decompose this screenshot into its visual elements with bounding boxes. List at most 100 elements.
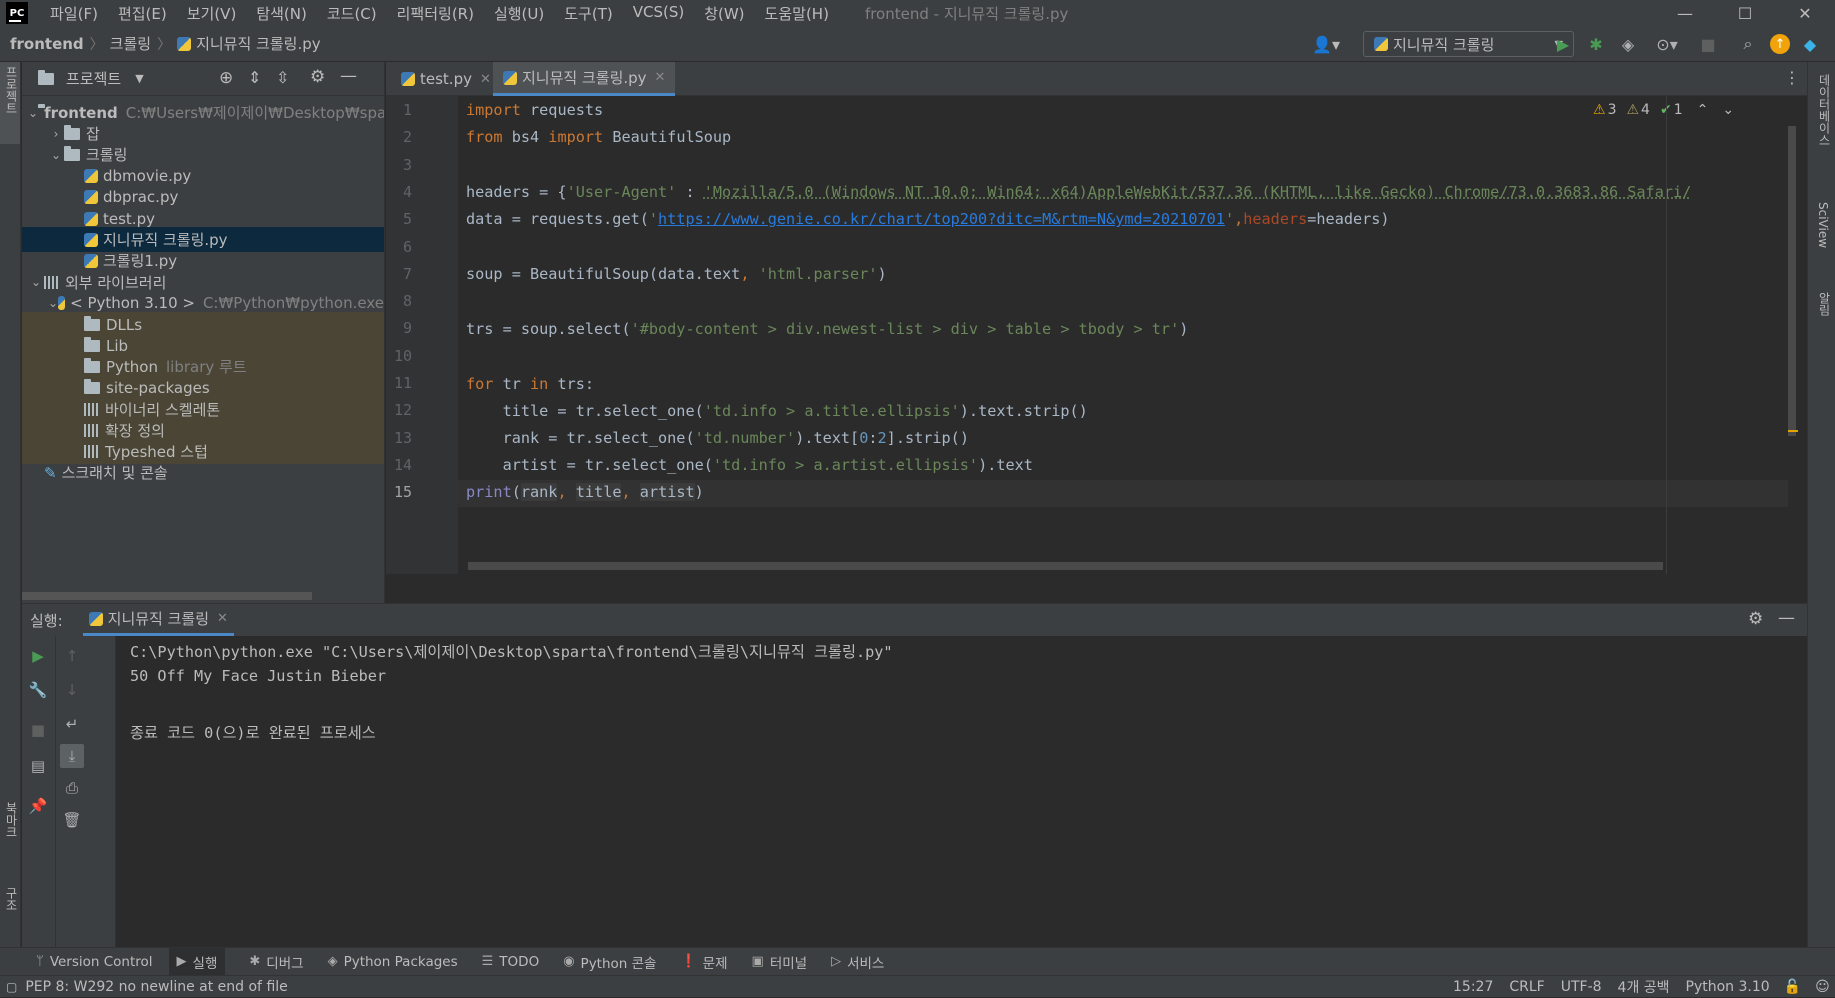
tool-tab-debug[interactable]: ✱ 디버그 xyxy=(249,952,303,972)
tool-tab-run[interactable]: ▶ 실행 xyxy=(168,947,226,976)
debug-icon[interactable]: ✱ xyxy=(1586,34,1606,54)
menu-run[interactable]: 실행(U) xyxy=(484,3,554,24)
line-separator[interactable]: CRLF xyxy=(1509,979,1544,995)
tool-tab-python-packages[interactable]: ◈ Python Packages xyxy=(328,954,458,970)
rerun-icon[interactable]: ▶ xyxy=(28,646,48,666)
chevron-down-icon[interactable]: ⌄ xyxy=(48,148,64,162)
hide-icon[interactable]: — xyxy=(340,66,357,86)
profile-icon[interactable]: ⊙▾ xyxy=(1650,34,1684,54)
search-icon[interactable]: ⌕ xyxy=(1738,34,1758,54)
horizontal-scrollbar[interactable] xyxy=(22,592,312,600)
arrow-down-icon[interactable]: ↓ xyxy=(62,680,82,700)
menu-window[interactable]: 창(W) xyxy=(694,3,754,24)
arrow-up-icon[interactable]: ↑ xyxy=(62,646,82,666)
stop-icon[interactable]: ■ xyxy=(28,720,48,740)
run-tab[interactable]: 지니뮤직 크롤링 ✕ xyxy=(82,604,234,636)
tree-item-label: 잡 xyxy=(86,125,100,144)
tool-tab-services[interactable]: ▷ 서비스 xyxy=(831,952,884,972)
code-editor[interactable]: import requests from bs4 import Beautifu… xyxy=(458,96,1798,574)
memory-icon[interactable]: ☺ xyxy=(1815,979,1830,995)
tool-tab-terminal[interactable]: ▣ 터미널 xyxy=(752,952,808,972)
soft-wrap-icon[interactable]: ↵ xyxy=(62,714,82,734)
maximize-icon[interactable]: ☐ xyxy=(1717,0,1773,26)
chevron-down-icon[interactable]: ⌄ xyxy=(48,296,58,310)
minimize-icon[interactable]: — xyxy=(1657,0,1713,26)
chevron-right-icon[interactable]: › xyxy=(48,127,64,141)
tree-item[interactable]: ✎ 스크래치 및 콘솔 xyxy=(22,460,384,485)
sciview-tool-label[interactable]: SciView xyxy=(1816,202,1830,248)
menu-view[interactable]: 보기(V) xyxy=(177,3,247,24)
locate-icon[interactable]: ⊕ xyxy=(219,68,233,88)
next-highlight-icon[interactable]: ⌄ xyxy=(1722,102,1734,118)
project-tool-button[interactable]: 프로젝트 xyxy=(0,62,20,144)
stop-icon[interactable]: ■ xyxy=(1698,34,1718,54)
layout-icon[interactable]: ▤ xyxy=(28,756,48,776)
tree-item-label: dbmovie.py xyxy=(103,167,192,186)
expand-all-icon[interactable]: ⇕ xyxy=(248,68,261,87)
tool-tab-problems[interactable]: ❗ 문제 xyxy=(680,952,727,972)
scroll-to-end-icon[interactable]: ⤓ xyxy=(60,744,84,768)
close-tab-icon[interactable]: ✕ xyxy=(217,611,228,626)
menu-file[interactable]: 파일(F) xyxy=(40,3,108,24)
menu-navigate[interactable]: 탐색(N) xyxy=(246,3,317,24)
print-icon[interactable]: ⎙ xyxy=(62,778,82,798)
run-config-selector[interactable]: 지니뮤직 크롤링 ▼ xyxy=(1363,31,1574,57)
run-icon[interactable]: ▶ xyxy=(1553,34,1573,54)
breadcrumb-folder[interactable]: 크롤링 xyxy=(110,33,151,54)
vertical-scrollbar[interactable] xyxy=(1788,126,1796,436)
gear-icon[interactable]: ⚙ xyxy=(310,67,325,87)
list-icon: ☰ xyxy=(481,954,494,969)
line-number: 3 xyxy=(402,155,412,174)
caret-position[interactable]: 15:27 xyxy=(1453,979,1493,995)
tab-genie-crawl-py[interactable]: 지니뮤직 크롤링.py ✕ xyxy=(493,62,676,96)
coverage-icon[interactable]: ◈ xyxy=(1618,34,1638,54)
interpreter[interactable]: Python 3.10 xyxy=(1686,979,1770,995)
breadcrumb-file[interactable]: 지니뮤직 크롤링.py xyxy=(196,33,321,54)
trash-icon[interactable]: 🗑 xyxy=(62,810,82,830)
structure-tool-label[interactable]: 구조 xyxy=(3,887,20,911)
database-tool-label[interactable]: 데이터베이스 xyxy=(1816,74,1833,146)
horizontal-scrollbar[interactable] xyxy=(468,562,1663,570)
tool-tab-todo[interactable]: ☰ TODO xyxy=(482,954,540,970)
services-icon: ▷ xyxy=(831,954,842,969)
close-tab-icon[interactable]: ✕ xyxy=(480,72,491,87)
lock-icon[interactable]: 🔓 xyxy=(1784,979,1801,995)
menu-edit[interactable]: 편집(E) xyxy=(108,3,177,24)
close-tab-icon[interactable]: ✕ xyxy=(655,70,666,85)
menu-refactor[interactable]: 리팩터링(R) xyxy=(387,3,484,24)
tree-item-label: frontend xyxy=(44,103,118,122)
hide-icon[interactable]: — xyxy=(1778,608,1795,628)
pin-icon[interactable]: 📌 xyxy=(28,796,48,816)
indent-setting[interactable]: 4개 공백 xyxy=(1618,977,1670,997)
wrench-icon[interactable]: 🔧 xyxy=(28,680,48,700)
tool-tab-version-control[interactable]: ᛘ Version Control xyxy=(36,954,153,970)
menu-help[interactable]: 도움말(H) xyxy=(755,3,839,24)
previous-highlight-icon[interactable]: ⌃ xyxy=(1697,102,1709,118)
chevron-down-icon[interactable]: ⌄ xyxy=(28,106,38,120)
more-options-icon[interactable]: ⋮ xyxy=(1784,68,1800,87)
breadcrumb-project[interactable]: frontend xyxy=(10,35,84,53)
collapse-all-icon[interactable]: ⇳ xyxy=(276,68,289,87)
jetbrains-toolbox-icon[interactable]: ◆ xyxy=(1800,34,1820,54)
bookmarks-tool-label[interactable]: 북마크 xyxy=(3,802,20,838)
close-window-icon[interactable]: ✕ xyxy=(1777,0,1833,26)
project-panel-title[interactable]: 프로젝트 xyxy=(66,68,121,89)
menu-code[interactable]: 코드(C) xyxy=(317,3,387,24)
menu-vcs[interactable]: VCS(S) xyxy=(623,3,694,24)
chevron-down-icon[interactable]: ⌄ xyxy=(28,275,44,289)
update-icon[interactable]: ↑ xyxy=(1770,34,1790,54)
toggle-tool-windows-icon[interactable]: ▢ xyxy=(6,980,17,994)
inspection-widget[interactable]: ⚠3 ⚠4 ✔1 ⌃ ⌄ xyxy=(1593,102,1734,118)
notifications-tool-label[interactable]: 알림 xyxy=(1816,292,1833,316)
menu-tools[interactable]: 도구(T) xyxy=(554,3,622,24)
tool-tab-python-console[interactable]: ◉ Python 콘솔 xyxy=(563,952,656,972)
user-icon[interactable]: 👤▾ xyxy=(1310,34,1342,54)
tree-item-label: Lib xyxy=(106,336,129,355)
console-output[interactable]: C:\Python\python.exe "C:\Users\제이제이\Desk… xyxy=(108,636,1807,948)
console-line: 50 Off My Face Justin Bieber xyxy=(130,667,387,685)
tab-test-py[interactable]: test.py ✕ xyxy=(391,62,501,96)
gear-icon[interactable]: ⚙ xyxy=(1748,609,1763,629)
file-encoding[interactable]: UTF-8 xyxy=(1561,979,1602,995)
left-tool-strip: 프로젝트 북마크 구조 xyxy=(0,62,21,947)
caret-down-icon[interactable]: ▼ xyxy=(135,72,143,85)
